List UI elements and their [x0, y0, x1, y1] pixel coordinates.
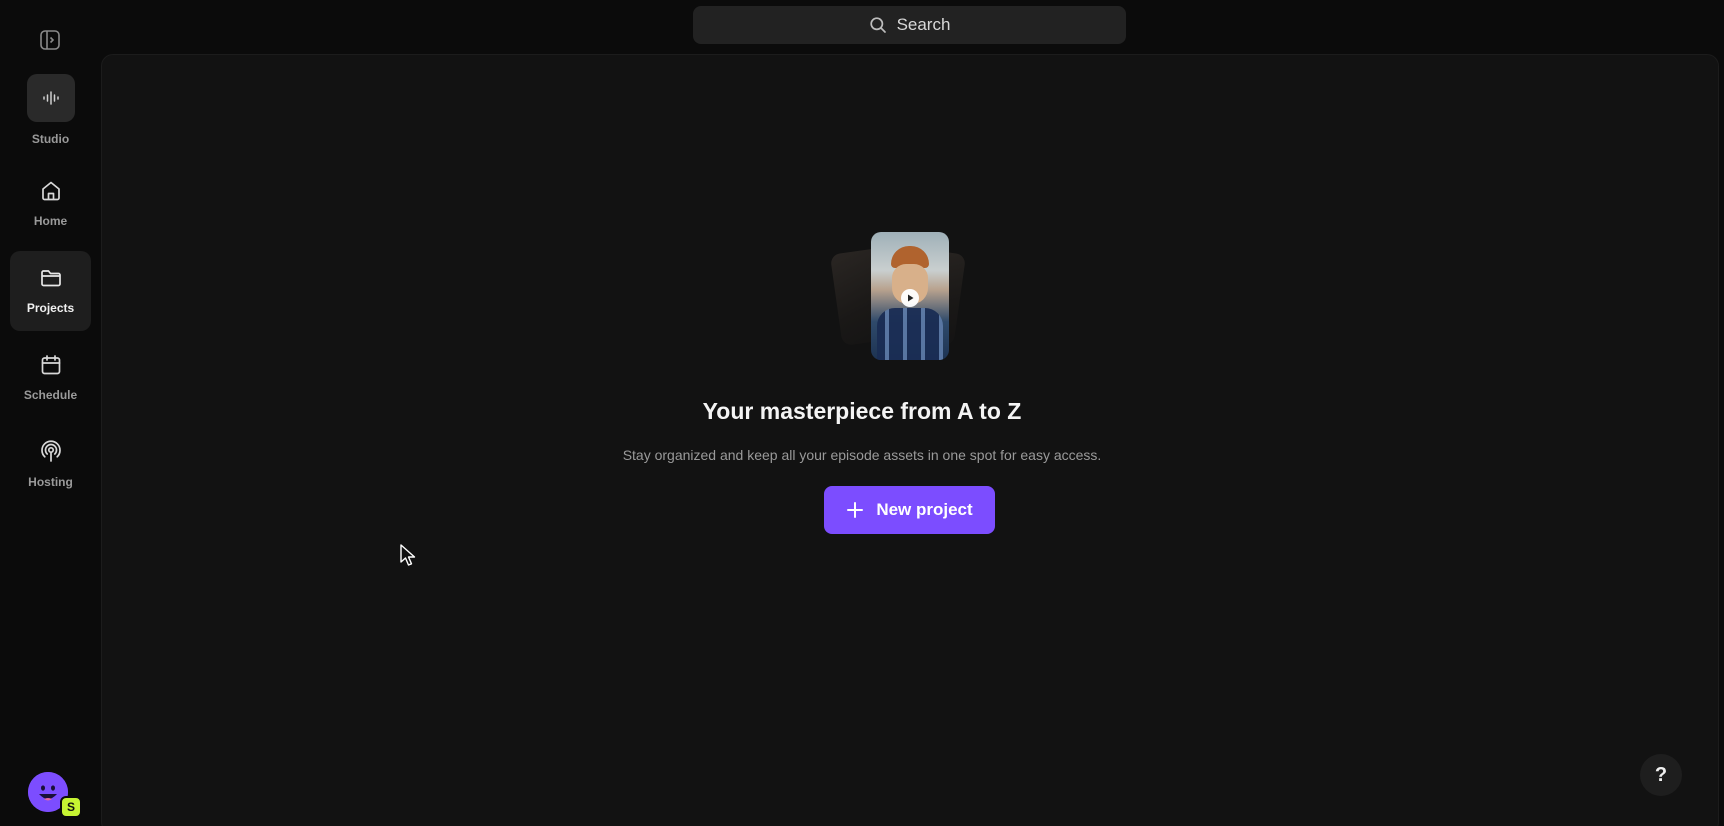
help-button[interactable]: ? — [1640, 754, 1682, 796]
user-avatar-container: S — [28, 772, 84, 822]
empty-state-headline: Your masterpiece from A to Z — [702, 398, 1022, 424]
app-root: Studio Home Projects Schedule Hosting S … — [0, 0, 1724, 826]
folder-icon — [38, 265, 64, 291]
sidebar-item-label: Projects — [26, 301, 75, 315]
play-icon — [901, 289, 919, 307]
plus-icon — [847, 502, 864, 518]
sidebar-item-studio[interactable]: Studio — [10, 74, 91, 154]
search-label: Search — [896, 15, 951, 34]
search-icon — [869, 17, 886, 33]
sidebar-item-home[interactable]: Home — [10, 164, 91, 244]
new-project-label: New project — [876, 500, 973, 519]
mouse-cursor-icon — [400, 544, 416, 566]
episode-illustration — [736, 230, 996, 362]
main-panel — [101, 54, 1719, 826]
sidebar-item-label: Home — [33, 214, 68, 228]
sidebar-item-hosting[interactable]: Hosting — [10, 425, 91, 505]
sidebar-item-label: Studio — [31, 132, 70, 146]
new-project-button[interactable]: New project — [824, 486, 995, 534]
workspace-badge: S — [60, 796, 82, 818]
sidebar-toggle-icon[interactable] — [37, 27, 63, 53]
home-icon — [38, 178, 64, 204]
sidebar-item-label: Hosting — [28, 475, 73, 489]
sidebar-item-projects[interactable]: Projects — [10, 251, 91, 331]
search-bar[interactable]: Search — [693, 6, 1126, 44]
calendar-icon — [38, 352, 64, 378]
waveform-icon — [26, 74, 75, 122]
empty-state-subtext: Stay organized and keep all your episode… — [622, 447, 1102, 463]
